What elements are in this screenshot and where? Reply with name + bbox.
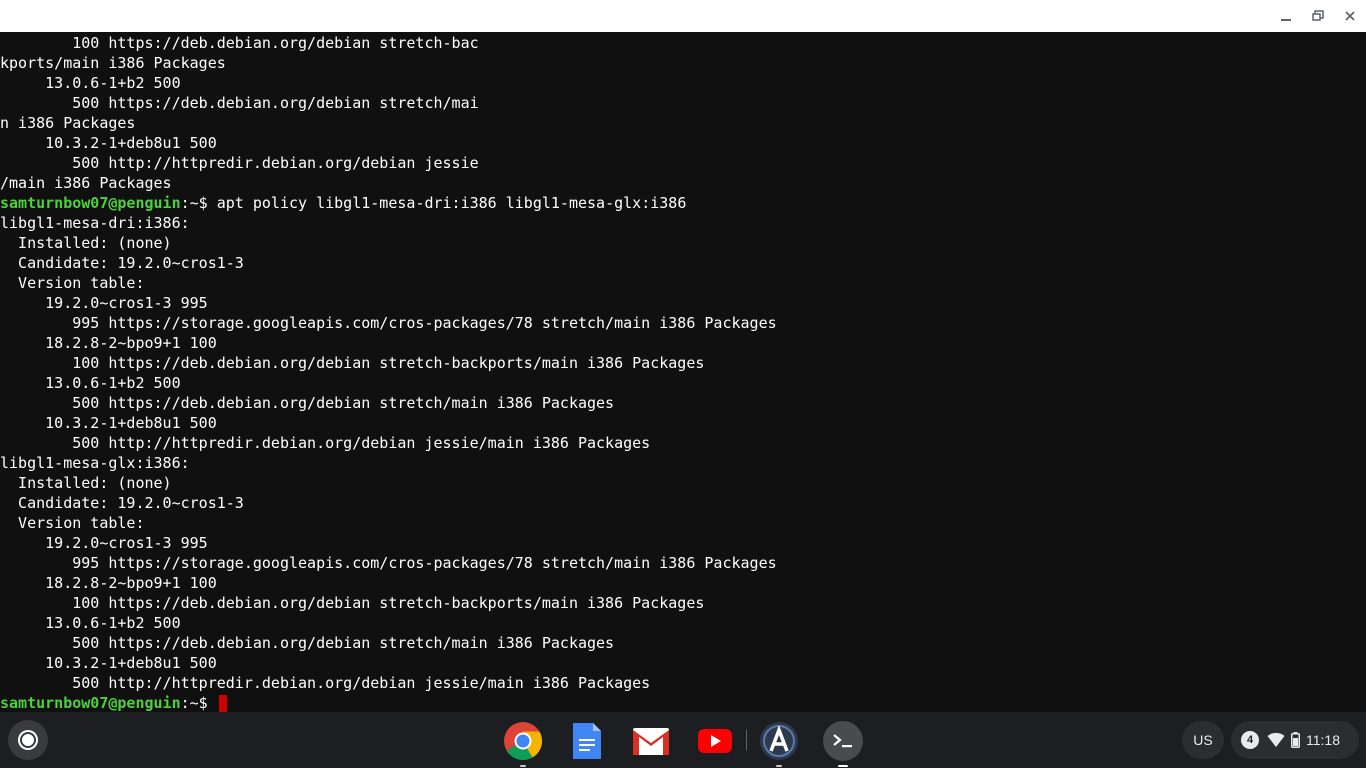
shelf-app-gmail[interactable] (629, 719, 673, 763)
terminal-icon (823, 721, 863, 761)
output-line: libgl1-mesa-glx:i386: (0, 454, 190, 472)
running-indicator (838, 765, 848, 767)
output-line: 19.2.0~cros1-3 995 (0, 294, 208, 312)
shelf: US 4 11:18 (0, 712, 1366, 768)
battery-icon (1291, 732, 1300, 748)
status-tray[interactable]: 4 11:18 (1231, 721, 1359, 759)
output-line: 100 https://deb.debian.org/debian stretc… (0, 34, 479, 52)
google-docs-icon (573, 723, 601, 759)
output-line: 10.3.2-1+deb8u1 500 (0, 414, 217, 432)
output-line: kports/main i386 Packages (0, 54, 226, 72)
android-studio-icon (760, 722, 798, 760)
prompt-path: :~$ (180, 194, 217, 212)
running-indicator (776, 765, 782, 767)
prompt-line: samturnbow07@penguin:~$ apt policy libgl… (0, 193, 686, 213)
output-line: 10.3.2-1+deb8u1 500 (0, 654, 217, 672)
output-line: 19.2.0~cros1-3 995 (0, 534, 208, 552)
window-titlebar (0, 0, 1366, 32)
output-line: 995 https://storage.googleapis.com/cros-… (0, 554, 777, 572)
output-line: Candidate: 19.2.0~cros1-3 (0, 254, 244, 272)
launcher-icon (20, 732, 36, 748)
minimize-button[interactable] (1276, 6, 1296, 26)
output-line: 500 http://httpredir.debian.org/debian j… (0, 154, 479, 172)
output-line: Version table: (0, 274, 145, 292)
output-line: 500 http://httpredir.debian.org/debian j… (0, 674, 651, 692)
close-icon (1345, 11, 1355, 21)
output-line: /main i386 Packages (0, 174, 172, 192)
output-line: 500 https://deb.debian.org/debian stretc… (0, 94, 479, 112)
notification-count-badge: 4 (1241, 731, 1259, 749)
shelf-app-youtube[interactable] (693, 719, 737, 763)
youtube-icon (698, 729, 732, 753)
prompt-user: samturnbow07@penguin (0, 694, 181, 712)
close-button[interactable] (1340, 6, 1360, 26)
shelf-separator (746, 730, 747, 750)
output-line: 100 https://deb.debian.org/debian stretc… (0, 594, 705, 612)
output-line: 13.0.6-1+b2 500 (0, 74, 181, 92)
output-line: 500 http://httpredir.debian.org/debian j… (0, 434, 651, 452)
output-line: 995 https://storage.googleapis.com/cros-… (0, 314, 777, 332)
launcher-button[interactable] (8, 720, 48, 760)
output-line: libgl1-mesa-dri:i386: (0, 214, 190, 232)
output-line: 100 https://deb.debian.org/debian stretc… (0, 354, 705, 372)
restore-button[interactable] (1308, 6, 1328, 26)
output-line: 500 https://deb.debian.org/debian stretc… (0, 394, 615, 412)
minimize-icon (1281, 19, 1291, 21)
shelf-app-terminal[interactable] (821, 719, 865, 767)
output-line: 18.2.8-2~bpo9+1 100 (0, 574, 217, 592)
output-line: 18.2.8-2~bpo9+1 100 (0, 334, 217, 352)
prompt-line: samturnbow07@penguin:~$ (0, 693, 227, 712)
shelf-app-chrome[interactable] (501, 719, 545, 767)
terminal-output[interactable]: 100 https://deb.debian.org/debian stretc… (0, 32, 1366, 712)
output-line: Version table: (0, 514, 145, 532)
running-indicator (520, 765, 526, 767)
clock: 11:18 (1306, 732, 1340, 748)
output-line: n i386 Packages (0, 114, 136, 132)
output-line: 13.0.6-1+b2 500 (0, 374, 181, 392)
restore-icon (1312, 10, 1324, 21)
wifi-icon (1267, 732, 1285, 747)
prompt-user: samturnbow07@penguin (0, 194, 181, 212)
ime-label: US (1193, 732, 1213, 748)
output-line: 10.3.2-1+deb8u1 500 (0, 134, 217, 152)
shelf-app-android-studio[interactable] (757, 719, 801, 767)
command-text: apt policy libgl1-mesa-dri:i386 libgl1-m… (216, 194, 687, 212)
output-line: 500 https://deb.debian.org/debian stretc… (0, 634, 615, 652)
chrome-icon (504, 722, 543, 761)
gmail-icon (633, 728, 669, 755)
ime-menu-button[interactable]: US (1182, 721, 1224, 759)
prompt-path: :~$ (180, 694, 217, 712)
terminal-cursor[interactable] (218, 694, 227, 712)
shelf-app-docs[interactable] (565, 719, 609, 763)
output-line: Installed: (none) (0, 474, 172, 492)
output-line: Installed: (none) (0, 234, 172, 252)
output-line: 13.0.6-1+b2 500 (0, 614, 181, 632)
output-line: Candidate: 19.2.0~cros1-3 (0, 494, 244, 512)
